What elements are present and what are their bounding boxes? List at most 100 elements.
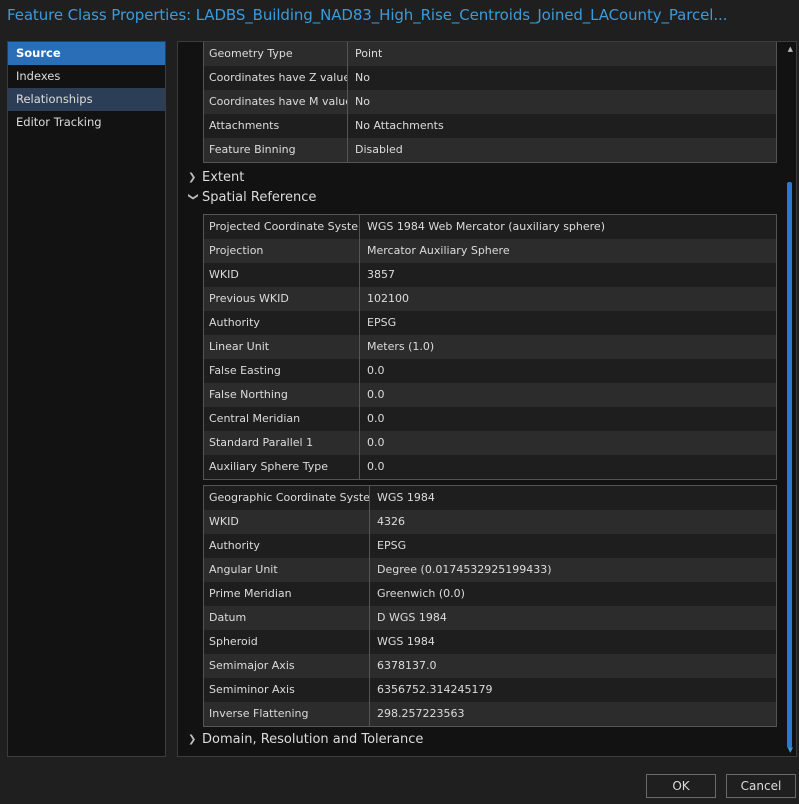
property-name: False Northing [204,383,360,407]
property-name: Linear Unit [204,335,360,359]
property-value: WGS 1984 Web Mercator (auxiliary sphere) [367,220,605,233]
property-value: WGS 1984 [377,491,435,504]
property-row: WKID 4326 [204,510,776,534]
geographic-coordinate-system-table: Geographic Coordinate System WGS 1984 WKID… [203,485,777,727]
spatial-reference-section[interactable]: ❯ Spatial Reference [187,190,317,205]
property-row: Standard Parallel 1 0.0 [204,431,776,455]
property-value: 3857 [367,268,395,281]
property-name: Spheroid [204,630,370,654]
spatial-reference-label: Spatial Reference [202,190,317,205]
property-value: Degree (0.0174532925199433) [377,563,552,576]
property-name: Central Meridian [204,407,360,431]
property-name: Semiminor Axis [204,678,370,702]
property-name: Semimajor Axis [204,654,370,678]
property-row: Projection Mercator Auxiliary Sphere [204,239,776,263]
cancel-button[interactable]: Cancel [726,774,796,798]
property-name: Authority [204,534,370,558]
domain-resolution-tolerance-section[interactable]: ❯ Domain, Resolution and Tolerance [188,732,423,747]
nav-item-indexes[interactable]: Indexes [8,65,165,88]
property-value: 0.0 [367,388,385,401]
property-name: WKID [204,263,360,287]
property-name: Angular Unit [204,558,370,582]
property-name: Auxiliary Sphere Type [204,455,360,479]
property-name: Projection [204,239,360,263]
property-row: Prime Meridian Greenwich (0.0) [204,582,776,606]
property-row: Semimajor Axis 6378137.0 [204,654,776,678]
scroll-up-icon[interactable]: ▲ [788,45,793,53]
chevron-down-icon: ❯ [187,192,199,201]
property-row: WKID 3857 [204,263,776,287]
scrollbar-thumb[interactable] [787,182,792,748]
property-row: Spheroid WGS 1984 [204,630,776,654]
scroll-down-icon[interactable]: ▼ [788,746,793,754]
chevron-right-icon: ❯ [188,734,197,745]
extent-section[interactable]: ❯ Extent [188,170,244,185]
property-value: 0.0 [367,436,385,449]
chevron-right-icon: ❯ [188,172,197,183]
property-value: Disabled [355,143,403,156]
property-value: WGS 1984 [377,635,435,648]
nav-panel: Source Indexes Relationships Editor Trackin… [7,41,166,757]
property-row: Coordinates have M value No [204,90,776,114]
property-name: Authority [204,311,360,335]
properties-panel: Geometry Type Point Coordinates have Z val… [177,41,797,757]
property-value: 0.0 [367,460,385,473]
property-value: 298.257223563 [377,707,465,720]
extent-section-label: Extent [202,170,245,185]
property-row: Datum D WGS 1984 [204,606,776,630]
property-row: False Northing 0.0 [204,383,776,407]
property-name: Coordinates have Z value [204,66,348,90]
property-value: 6378137.0 [377,659,437,672]
property-row: Inverse Flattening 298.257223563 [204,702,776,726]
property-value: 0.0 [367,364,385,377]
property-name: Coordinates have M value [204,90,348,114]
property-row: False Easting 0.0 [204,359,776,383]
nav-item-editor-tracking[interactable]: Editor Tracking [8,111,165,134]
property-value: 4326 [377,515,405,528]
property-value: No [355,95,370,108]
property-row: Angular Unit Degree (0.0174532925199433) [204,558,776,582]
property-name: WKID [204,510,370,534]
vertical-scrollbar[interactable]: ▲ ▼ [785,43,795,756]
property-value: D WGS 1984 [377,611,447,624]
property-name: Attachments [204,114,348,138]
ok-button[interactable]: OK [646,774,716,798]
projected-coordinate-system-table: Projected Coordinate System WGS 1984 Web … [203,214,777,480]
property-row: Attachments No Attachments [204,114,776,138]
property-row: Projected Coordinate System WGS 1984 Web … [204,215,776,239]
nav-item-source[interactable]: Source [8,42,165,65]
property-value: No Attachments [355,119,444,132]
nav-item-relationships[interactable]: Relationships [8,88,165,111]
property-name: Datum [204,606,370,630]
property-name: Standard Parallel 1 [204,431,360,455]
property-row: Coordinates have Z value No [204,66,776,90]
property-row: Authority EPSG [204,311,776,335]
property-value: Point [355,47,383,60]
property-name: Projected Coordinate System [204,215,360,239]
nav-list: Source Indexes Relationships Editor Trackin… [8,42,165,134]
property-row: Linear Unit Meters (1.0) [204,335,776,359]
property-value: EPSG [377,539,407,552]
property-name: Feature Binning [204,138,348,162]
property-value: Greenwich (0.0) [377,587,465,600]
property-name: Inverse Flattening [204,702,370,726]
property-name: Prime Meridian [204,582,370,606]
property-value: 0.0 [367,412,385,425]
property-row: Geometry Type Point [204,42,776,66]
window-title: Feature Class Properties: LADBS_Building… [7,6,728,24]
property-row: Authority EPSG [204,534,776,558]
property-value: Mercator Auxiliary Sphere [367,244,510,257]
property-value: Meters (1.0) [367,340,435,353]
property-value: 102100 [367,292,409,305]
property-row: Geographic Coordinate System WGS 1984 [204,486,776,510]
general-properties-table: Geometry Type Point Coordinates have Z val… [203,42,777,163]
property-row: Previous WKID 102100 [204,287,776,311]
property-row: Semiminor Axis 6356752.314245179 [204,678,776,702]
property-value: EPSG [367,316,397,329]
property-name: Geographic Coordinate System [204,486,370,510]
domain-section-label: Domain, Resolution and Tolerance [202,732,424,747]
property-name: False Easting [204,359,360,383]
property-row: Central Meridian 0.0 [204,407,776,431]
property-name: Geometry Type [204,42,348,66]
property-name: Previous WKID [204,287,360,311]
